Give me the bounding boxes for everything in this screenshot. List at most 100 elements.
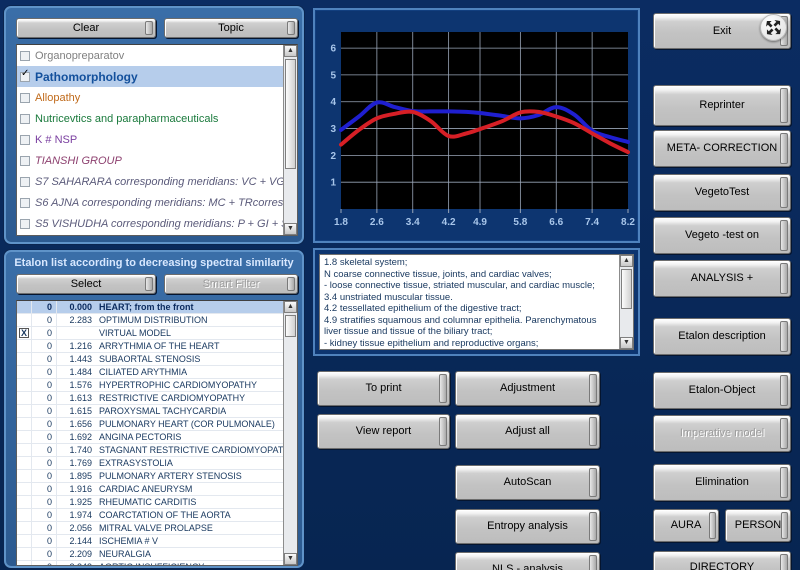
autoscan-button[interactable]: AutoScan [455,465,600,500]
topic-checkbox[interactable] [20,156,30,166]
table-row[interactable]: 01.916CARDIAC ANEURYSM [17,483,283,496]
topic-item[interactable]: Nutricevtics and parapharmaceuticals [17,108,283,129]
person-button[interactable]: PERSON [725,509,791,542]
nls-analysis-button[interactable]: NLS - analysis [455,552,600,570]
table-row[interactable]: 02.243AORTIC INSUFFICIENCY [17,561,283,566]
expand-icon[interactable] [760,14,787,41]
etalon-listbox[interactable]: 00.000HEART; from the front02.283OPTIMUM… [16,300,298,566]
table-row[interactable]: 02.056MITRAL VALVE PROLAPSE [17,522,283,535]
row-marker[interactable]: X [17,327,32,340]
etalon-object-button[interactable]: Etalon-Object [653,372,791,409]
table-row[interactable]: 01.656PULMONARY HEART (COR PULMONALE) [17,418,283,431]
row-marker[interactable] [17,431,32,444]
row-marker[interactable] [17,392,32,405]
imperative-model-button[interactable]: Imperative model [653,415,791,452]
table-row[interactable]: 01.925RHEUMATIC CARDITIS [17,496,283,509]
row-marker[interactable] [17,418,32,431]
analysis-plus-button[interactable]: ANALYSIS + [653,260,791,297]
topic-item[interactable]: S7 SAHARARA corresponding meridians: VC … [17,171,283,192]
row-marker[interactable] [17,522,32,535]
row-marker[interactable] [17,444,32,457]
table-row[interactable]: 01.576HYPERTROPHIC CARDIOMYOPATHY [17,379,283,392]
elimination-button[interactable]: Elimination [653,464,791,501]
table-row[interactable]: 01.692ANGINA PECTORIS [17,431,283,444]
etalon-scrollbar[interactable]: ▲ ▼ [283,301,297,565]
reprinter-button[interactable]: Reprinter [653,85,791,126]
vegeto-test-on-button[interactable]: Vegeto -test on [653,217,791,254]
table-row[interactable]: 01.443SUBAORTAL STENOSIS [17,353,283,366]
description-scrollbar[interactable]: ▲ ▼ [619,255,633,349]
scroll-down-icon[interactable]: ▼ [620,337,633,349]
meta-correction-button[interactable]: META- CORRECTION [653,130,791,167]
clear-button[interactable]: Clear [16,18,156,38]
scroll-thumb[interactable] [285,59,296,169]
to-print-button[interactable]: To print [317,371,450,406]
row-marker[interactable] [17,483,32,496]
scroll-thumb[interactable] [621,269,632,309]
description-textbox[interactable]: 1.8 skeletal system; N coarse connective… [319,254,634,350]
table-row[interactable]: 01.615PAROXYSMAL TACHYCARDIA [17,405,283,418]
row-marker[interactable] [17,548,32,561]
topic-checkbox[interactable] [20,114,30,124]
row-marker[interactable] [17,509,32,522]
directory-button[interactable]: DIRECTORY [653,551,791,570]
table-row[interactable]: 01.769EXTRASYSTOLIA [17,457,283,470]
row-marker[interactable] [17,457,32,470]
topic-checkbox[interactable] [20,198,30,208]
topic-item[interactable]: TIANSHI GROUP [17,150,283,171]
row-marker[interactable] [17,561,32,567]
row-marker[interactable] [17,366,32,379]
topic-button[interactable]: Topic [164,18,298,38]
aura-button[interactable]: AURA [653,509,719,542]
table-row[interactable]: 01.974COARCTATION OF THE AORTA [17,509,283,522]
row-marker[interactable] [17,314,32,327]
table-row[interactable]: 02.209NEURALGIA [17,548,283,561]
row-marker[interactable] [17,405,32,418]
topic-item[interactable]: Pathomorphology [17,66,283,87]
row-marker[interactable] [17,535,32,548]
topic-item[interactable]: Allopathy [17,87,283,108]
row-marker[interactable] [17,340,32,353]
topic-item[interactable]: K # NSP [17,129,283,150]
table-row[interactable]: 01.740STAGNANT RESTRICTIVE CARDIOMYOPATH… [17,444,283,457]
row-marker[interactable] [17,496,32,509]
row-marker[interactable] [17,379,32,392]
topic-checkbox[interactable] [20,51,30,61]
scroll-up-icon[interactable]: ▲ [284,45,297,57]
topic-checkbox[interactable] [20,72,30,82]
topic-item[interactable]: Organopreparatov [17,45,283,66]
topic-checkbox[interactable] [20,177,30,187]
topic-item[interactable]: S6 AJNA corresponding meridians: MC + TR… [17,192,283,213]
spectrum-chart[interactable]: 1234561.82.63.44.24.95.86.67.48.2 [313,8,640,243]
topic-item[interactable]: S4 ANAHATA corresponding meridians: C + … [17,234,283,236]
view-report-button[interactable]: View report [317,414,450,449]
table-row[interactable]: 01.216ARRYTHMIA OF THE HEART [17,340,283,353]
topic-checkbox[interactable] [20,219,30,229]
scroll-thumb[interactable] [285,315,296,337]
topic-scrollbar[interactable]: ▲ ▼ [283,45,297,235]
table-row[interactable]: 01.484CILIATED ARYTHMIA [17,366,283,379]
vegetotest-button[interactable]: VegetoTest [653,174,791,211]
scroll-up-icon[interactable]: ▲ [620,255,633,267]
adjust-all-button[interactable]: Adjust all [455,414,600,449]
adjustment-button[interactable]: Adjustment [455,371,600,406]
topic-checkbox[interactable] [20,93,30,103]
row-marker[interactable] [17,353,32,366]
table-row[interactable]: 01.895PULMONARY ARTERY STENOSIS [17,470,283,483]
row-marker[interactable] [17,301,32,314]
table-row[interactable]: 01.613RESTRICTIVE CARDIOMYOPATHY [17,392,283,405]
table-row[interactable]: 02.283OPTIMUM DISTRIBUTION [17,314,283,327]
etalon-description-button[interactable]: Etalon description [653,318,791,355]
scroll-down-icon[interactable]: ▼ [284,553,297,565]
smart-filter-button[interactable]: Smart Filter [164,274,298,294]
scroll-up-icon[interactable]: ▲ [284,301,297,313]
topic-listbox[interactable]: OrganopreparatovPathomorphologyAllopathy… [16,44,298,236]
topic-item[interactable]: S5 VISHUDHA corresponding meridians: P +… [17,213,283,234]
table-row[interactable]: 02.144ISCHEMIA # V [17,535,283,548]
table-row[interactable]: X0VIRTUAL MODEL [17,327,283,340]
topic-checkbox[interactable] [20,135,30,145]
scroll-down-icon[interactable]: ▼ [284,223,297,235]
entropy-analysis-button[interactable]: Entropy analysis [455,509,600,544]
table-row[interactable]: 00.000HEART; from the front [17,301,283,314]
select-button[interactable]: Select [16,274,156,294]
